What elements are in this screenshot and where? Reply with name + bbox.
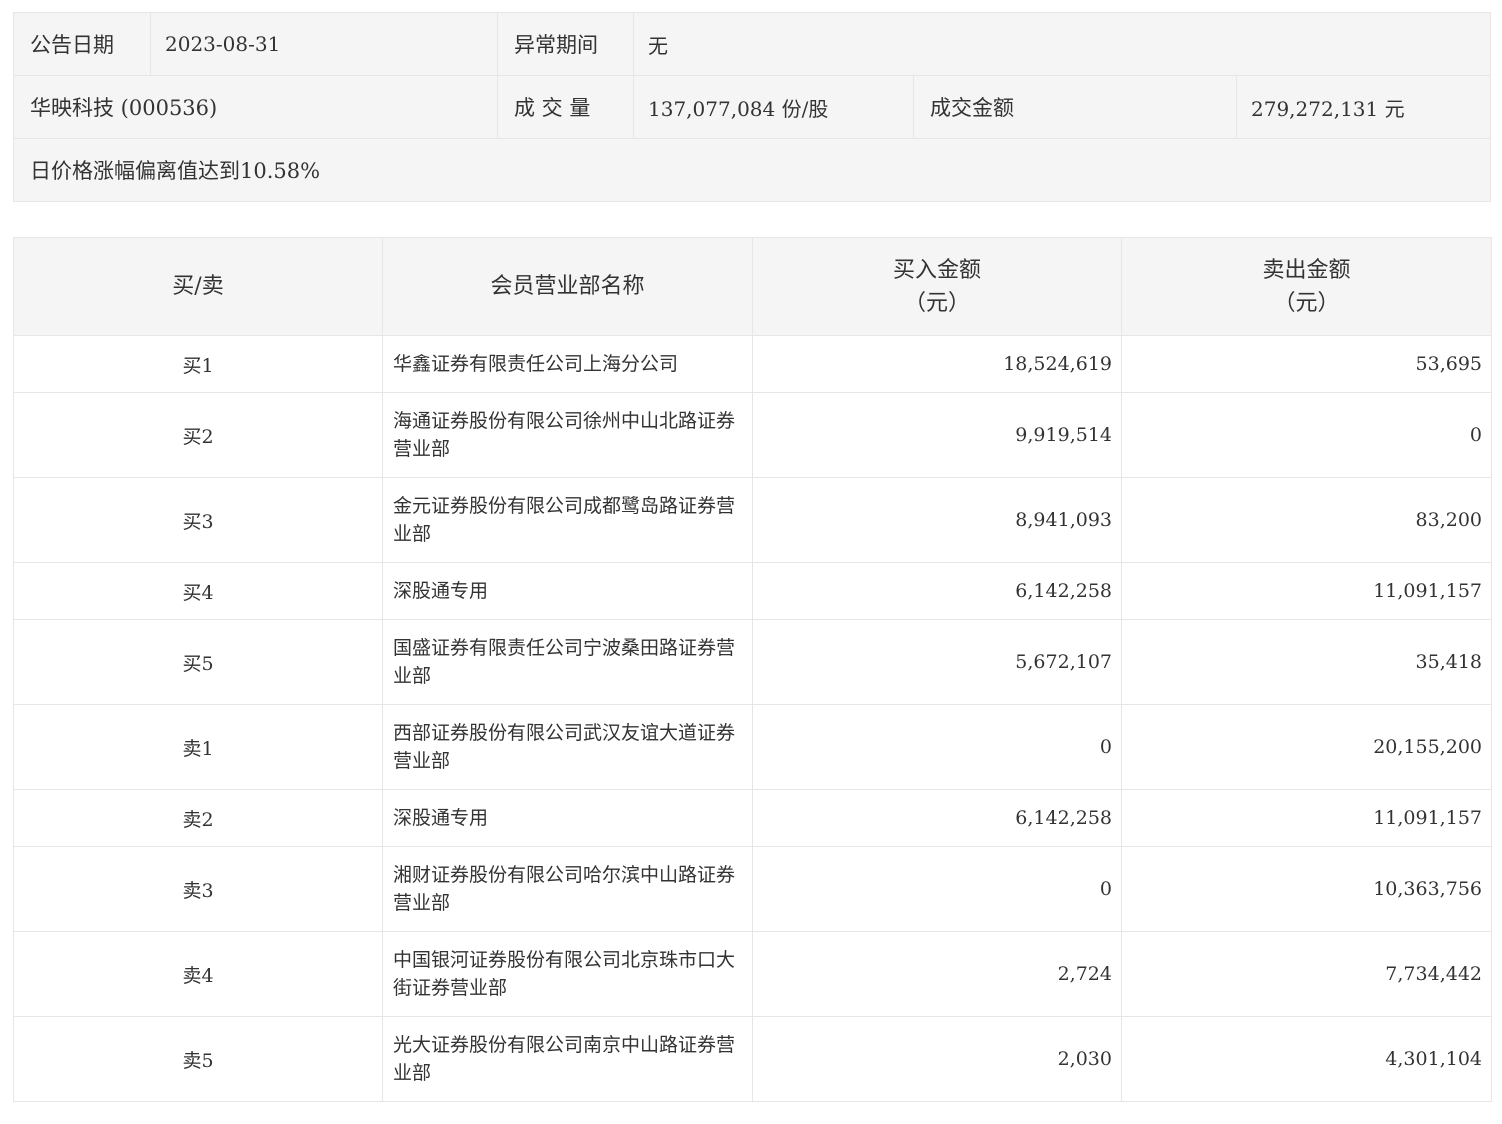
- table-row: 买3 金元证券股份有限公司成都鹭岛路证券营业部 8,941,093 83,200: [13, 477, 1492, 563]
- row-buy-amount: 2,724: [752, 931, 1122, 1017]
- header-buy-unit: （元）: [903, 290, 970, 316]
- table-row: 卖5 光大证券股份有限公司南京中山路证券营业部 2,030 4,301,104: [13, 1016, 1492, 1102]
- row-branch: 湘财证券股份有限公司哈尔滨中山路证券营业部: [382, 846, 753, 932]
- volume-value: 137,077,084 份/股: [633, 76, 913, 138]
- row-side: 卖2: [13, 789, 383, 847]
- row-sell-amount: 83,200: [1121, 477, 1492, 563]
- row-branch: 中国银河证券股份有限公司北京珠市口大街证券营业部: [382, 931, 753, 1017]
- table-row: 卖3 湘财证券股份有限公司哈尔滨中山路证券营业部 0 10,363,756: [13, 846, 1492, 932]
- summary-table: 公告日期 2023-08-31 异常期间 无 华映科技 (000536) 成 交…: [13, 12, 1491, 202]
- table-row: 卖2 深股通专用 6,142,258 11,091,157: [13, 789, 1492, 847]
- row-sell-amount: 53,695: [1121, 335, 1492, 393]
- row-buy-amount: 0: [752, 846, 1122, 932]
- row-branch: 金元证券股份有限公司成都鹭岛路证券营业部: [382, 477, 753, 563]
- abnormal-period-value: 无: [633, 13, 1490, 75]
- turnover-value: 279,272,131 元: [1236, 76, 1490, 138]
- header-buy-amount-label: 买入金额: [892, 257, 981, 283]
- volume-label: 成 交 量: [497, 76, 633, 138]
- header-branch: 会员营业部名称: [382, 237, 753, 336]
- summary-row-date: 公告日期 2023-08-31 异常期间 无: [14, 13, 1490, 76]
- row-buy-amount: 18,524,619: [752, 335, 1122, 393]
- row-branch: 国盛证券有限责任公司宁波桑田路证券营业部: [382, 619, 753, 705]
- row-side: 买5: [13, 619, 383, 705]
- row-buy-amount: 5,672,107: [752, 619, 1122, 705]
- row-side: 买3: [13, 477, 383, 563]
- row-side: 卖4: [13, 931, 383, 1017]
- abnormal-reason: 日价格涨幅偏离值达到10.58%: [30, 159, 321, 183]
- table-row: 买1 华鑫证券有限责任公司上海分公司 18,524,619 53,695: [13, 335, 1492, 393]
- header-sell-amount-label: 卖出金额: [1262, 257, 1351, 283]
- row-sell-amount: 35,418: [1121, 619, 1492, 705]
- header-sell-amount: 卖出金额 （元）: [1121, 237, 1492, 336]
- table-row: 买5 国盛证券有限责任公司宁波桑田路证券营业部 5,672,107 35,418: [13, 619, 1492, 705]
- row-branch: 深股通专用: [382, 789, 753, 847]
- row-side: 买4: [13, 562, 383, 620]
- row-branch: 华鑫证券有限责任公司上海分公司: [382, 335, 753, 393]
- row-sell-amount: 11,091,157: [1121, 789, 1492, 847]
- row-buy-amount: 6,142,258: [752, 789, 1122, 847]
- announce-date-value: 2023-08-31: [150, 13, 497, 75]
- row-buy-amount: 8,941,093: [752, 477, 1122, 563]
- row-buy-amount: 6,142,258: [752, 562, 1122, 620]
- row-sell-amount: 20,155,200: [1121, 704, 1492, 790]
- header-sell-unit: （元）: [1273, 290, 1340, 316]
- table-row: 买4 深股通专用 6,142,258 11,091,157: [13, 562, 1492, 620]
- stock-name: 华映科技 (000536): [30, 96, 218, 120]
- turnover-label: 成交金额: [913, 76, 1236, 138]
- row-buy-amount: 2,030: [752, 1016, 1122, 1102]
- row-branch: 西部证券股份有限公司武汉友谊大道证券营业部: [382, 704, 753, 790]
- table-row: 买2 海通证券股份有限公司徐州中山北路证券营业部 9,919,514 0: [13, 392, 1492, 478]
- announce-date-label: 公告日期: [30, 33, 114, 57]
- row-buy-amount: 9,919,514: [752, 392, 1122, 478]
- row-sell-amount: 4,301,104: [1121, 1016, 1492, 1102]
- row-buy-amount: 0: [752, 704, 1122, 790]
- row-sell-amount: 10,363,756: [1121, 846, 1492, 932]
- row-branch: 光大证券股份有限公司南京中山路证券营业部: [382, 1016, 753, 1102]
- summary-row-reason: 日价格涨幅偏离值达到10.58%: [14, 139, 1490, 201]
- table-header-row: 买/卖 会员营业部名称 买入金额 （元） 卖出金额 （元）: [13, 237, 1492, 336]
- row-sell-amount: 7,734,442: [1121, 931, 1492, 1017]
- table-row: 卖1 西部证券股份有限公司武汉友谊大道证券营业部 0 20,155,200: [13, 704, 1492, 790]
- row-sell-amount: 11,091,157: [1121, 562, 1492, 620]
- abnormal-period-label: 异常期间: [497, 13, 633, 75]
- row-side: 买1: [13, 335, 383, 393]
- row-side: 卖3: [13, 846, 383, 932]
- trading-detail-table: 买/卖 会员营业部名称 买入金额 （元） 卖出金额 （元） 买1 华鑫证券有限责…: [13, 237, 1492, 1102]
- row-branch: 深股通专用: [382, 562, 753, 620]
- row-side: 卖1: [13, 704, 383, 790]
- summary-row-volume: 华映科技 (000536) 成 交 量 137,077,084 份/股 成交金额…: [14, 76, 1490, 139]
- row-side: 买2: [13, 392, 383, 478]
- row-branch: 海通证券股份有限公司徐州中山北路证券营业部: [382, 392, 753, 478]
- table-row: 卖4 中国银河证券股份有限公司北京珠市口大街证券营业部 2,724 7,734,…: [13, 931, 1492, 1017]
- header-side: 买/卖: [13, 237, 383, 336]
- row-side: 卖5: [13, 1016, 383, 1102]
- row-sell-amount: 0: [1121, 392, 1492, 478]
- header-buy-amount: 买入金额 （元）: [752, 237, 1122, 336]
